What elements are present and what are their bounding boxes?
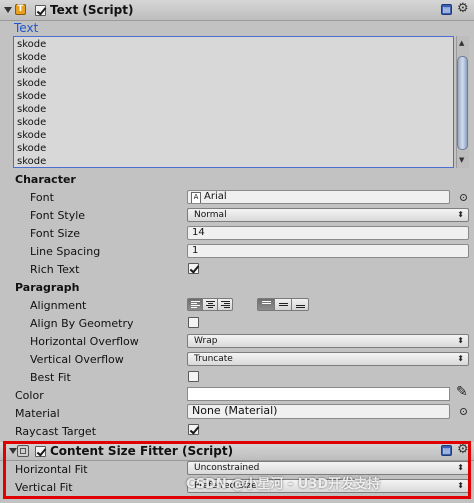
line-spacing-label: Line Spacing [30, 245, 101, 258]
rich-text-label: Rich Text [30, 263, 80, 276]
text-field-label: Text [14, 21, 39, 35]
text-line: skode [17, 117, 47, 128]
text-line: skode [17, 104, 47, 115]
foldout-arrow-icon[interactable] [4, 7, 12, 13]
color-swatch[interactable] [187, 387, 450, 401]
text-line: skode [17, 52, 47, 63]
font-field[interactable]: A Arial [187, 190, 450, 204]
rich-text-checkbox[interactable] [188, 263, 199, 274]
align-top-button[interactable] [257, 298, 275, 311]
text-line: skode [17, 143, 47, 154]
font-style-dropdown[interactable]: Normal ⬍ [187, 208, 469, 222]
color-label: Color [15, 389, 44, 402]
align-middle-button[interactable] [274, 298, 292, 311]
align-left-icon [191, 301, 200, 309]
align-bottom-button[interactable] [291, 298, 309, 311]
text-scrollbar-thumb[interactable] [457, 56, 468, 150]
alignment-label: Alignment [30, 299, 87, 312]
watermark-text: CSDN @小星河 - U3D开发支持 [186, 477, 381, 492]
align-by-geometry-checkbox[interactable] [188, 317, 199, 328]
align-left-button[interactable] [187, 298, 203, 311]
align-top-icon [262, 301, 271, 309]
material-label: Material [15, 407, 60, 420]
vertical-overflow-label: Vertical Overflow [30, 353, 124, 366]
text-component-title: Text (Script) [50, 3, 134, 17]
font-size-label: Font Size [30, 227, 81, 240]
eyedropper-icon[interactable]: ✎ [456, 384, 468, 400]
text-line: skode [17, 65, 47, 76]
best-fit-checkbox[interactable] [188, 371, 199, 382]
dropdown-arrow-icon: ⬍ [457, 210, 464, 219]
align-center-icon [206, 301, 215, 309]
material-field[interactable]: None (Material) [187, 404, 450, 419]
text-line: skode [17, 91, 47, 102]
character-section-header: Character [15, 173, 76, 186]
text-content-area[interactable]: skode skode skode skode skode skode skod… [13, 36, 454, 168]
font-size-field[interactable]: 14 [187, 226, 469, 240]
raycast-target-checkbox[interactable] [188, 424, 199, 435]
font-value: Arial [204, 191, 227, 202]
text-line: skode [17, 39, 47, 50]
paragraph-section-header: Paragraph [15, 281, 80, 294]
text-script-icon: T [15, 4, 26, 15]
material-picker-icon[interactable] [460, 408, 467, 415]
text-line: skode [17, 156, 47, 167]
gear-icon[interactable]: ⚙ [457, 1, 469, 16]
text-component-header[interactable]: T Text (Script) ▤ ⚙ [0, 0, 474, 21]
scroll-up-arrow-icon[interactable]: ▲ [459, 40, 464, 47]
dropdown-arrow-icon: ⬍ [457, 336, 464, 345]
horizontal-overflow-value: Wrap [194, 336, 218, 346]
scroll-down-arrow-icon[interactable]: ▼ [459, 157, 464, 164]
horizontal-overflow-label: Horizontal Overflow [30, 335, 139, 348]
font-style-value: Normal [194, 210, 227, 220]
best-fit-label: Best Fit [30, 371, 71, 384]
horizontal-overflow-dropdown[interactable]: Wrap ⬍ [187, 334, 469, 348]
font-style-label: Font Style [30, 209, 86, 222]
align-center-button[interactable] [202, 298, 218, 311]
font-label: Font [30, 191, 54, 204]
dropdown-arrow-icon: ⬍ [457, 354, 464, 363]
text-line: skode [17, 78, 47, 89]
align-by-geometry-label: Align By Geometry [30, 317, 134, 330]
help-book-icon[interactable]: ▤ [441, 4, 452, 15]
raycast-target-label: Raycast Target [15, 425, 97, 438]
line-spacing-field[interactable]: 1 [187, 244, 469, 258]
align-right-button[interactable] [217, 298, 233, 311]
align-bottom-icon [296, 305, 305, 313]
text-enabled-checkbox[interactable] [35, 5, 46, 16]
object-picker-icon[interactable] [460, 194, 467, 201]
vertical-overflow-dropdown[interactable]: Truncate ⬍ [187, 352, 469, 366]
font-asset-icon: A [191, 192, 201, 203]
align-middle-icon [279, 303, 288, 311]
text-line: skode [17, 130, 47, 141]
align-right-icon [221, 301, 230, 309]
vertical-overflow-value: Truncate [194, 354, 233, 364]
